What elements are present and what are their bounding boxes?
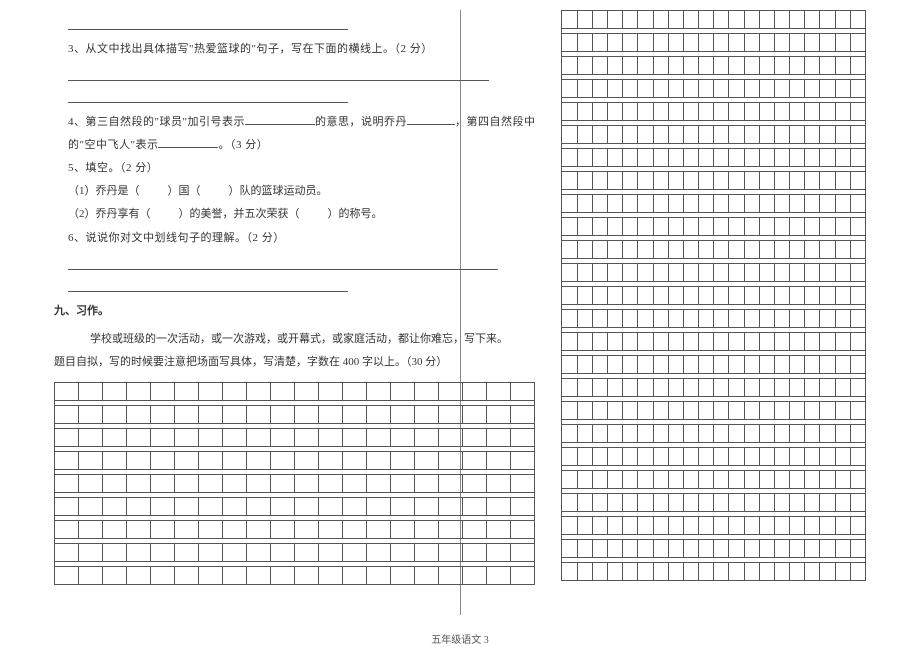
question-6: 6、说说你对文中划线句子的理解。（2 分） — [68, 227, 535, 250]
question-3: 3、从文中找出具体描写"热爱篮球的"句子，写在下面的横线上。（2 分） — [68, 38, 535, 61]
question-4-line2: 的"空中飞人"表示 。（3 分） — [68, 134, 535, 157]
q4-prefix: 4、第三自然段的"球员"加引号表示 — [68, 116, 245, 128]
answer-line[interactable] — [68, 89, 348, 103]
essay-prompt-line1: 学校或班级的一次活动，或一次游戏，或开幕式，或家庭活动，都让你难忘，写下来。 — [68, 328, 535, 351]
q5-2a: （2）乔丹享有（ — [68, 208, 151, 220]
q4-prefix2: 的"空中飞人"表示 — [68, 139, 158, 151]
section-9-title: 九、习作。 — [54, 300, 535, 322]
page-footer: 五年级语文 3 — [0, 631, 920, 646]
right-column — [557, 10, 900, 615]
blank[interactable] — [407, 114, 455, 125]
worksheet-page: 3、从文中找出具体描写"热爱篮球的"句子，写在下面的横线上。（2 分） 4、第三… — [0, 0, 920, 650]
answer-line[interactable] — [68, 67, 489, 81]
blank[interactable] — [158, 137, 218, 148]
left-column: 3、从文中找出具体描写"热爱篮球的"句子，写在下面的横线上。（2 分） 4、第三… — [20, 10, 539, 615]
question-5: 5、填空。（2 分） — [68, 157, 535, 180]
writing-grid-left[interactable] — [54, 382, 535, 585]
answer-line[interactable] — [68, 278, 348, 292]
q4-mid2: ，第四自然段中 — [455, 116, 536, 128]
answer-line[interactable] — [68, 16, 348, 30]
question-5-2: （2）乔丹享有（ ）的美誉，并五次荣获（ ）的称号。 — [68, 203, 535, 226]
question-4-line1: 4、第三自然段的"球员"加引号表示 的意思，说明乔丹 ，第四自然段中 — [68, 111, 535, 134]
essay-prompt-line2: 题目自拟，写的时候要注意把场面写具体，写清楚，字数在 400 字以上。（30 分… — [54, 351, 535, 374]
writing-grid-right[interactable] — [561, 10, 866, 581]
answer-line[interactable] — [68, 256, 498, 270]
two-column-layout: 3、从文中找出具体描写"热爱篮球的"句子，写在下面的横线上。（2 分） 4、第三… — [20, 10, 900, 615]
q4-suffix: 。（3 分） — [218, 139, 268, 151]
question-5-1: （1）乔丹是（ ）国（ ）队的篮球运动员。 — [68, 180, 535, 203]
q5-2b: ）的美誉，并五次荣获（ — [179, 208, 300, 220]
q5-1c: ）队的篮球运动员。 — [229, 185, 328, 197]
q5-1b: ）国（ — [168, 185, 201, 197]
blank[interactable] — [245, 114, 315, 125]
q5-1a: （1）乔丹是（ — [68, 185, 140, 197]
q4-mid1: 的意思，说明乔丹 — [315, 116, 407, 128]
q5-2c: ）的称号。 — [328, 208, 383, 220]
